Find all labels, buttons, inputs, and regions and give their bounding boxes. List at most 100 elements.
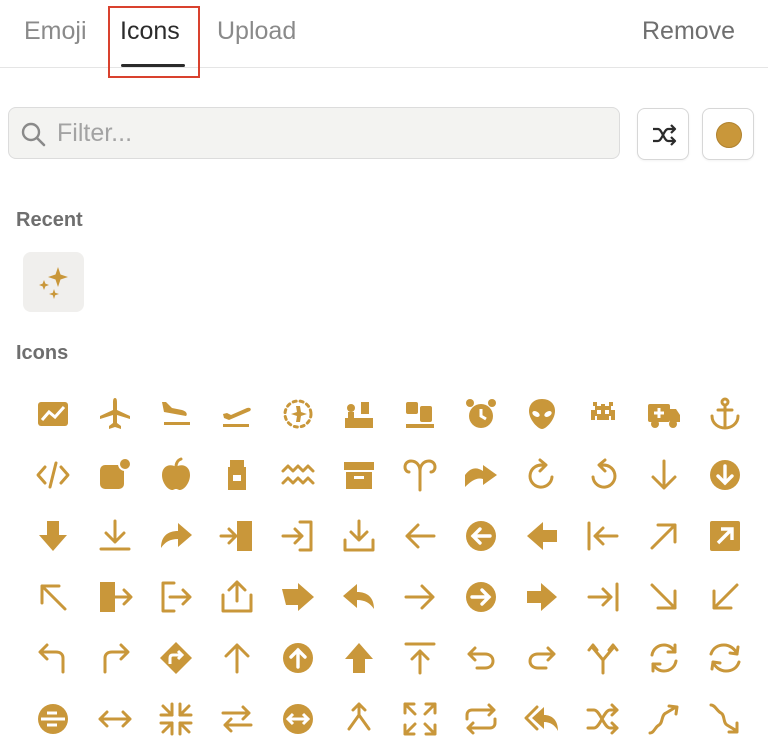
icon-option[interactable] [268,384,329,445]
icon-option[interactable] [85,567,146,628]
tab-emoji[interactable]: Emoji [24,14,87,48]
icon-option[interactable] [634,628,695,689]
arrows-cycle-icon [709,643,741,673]
icon-option[interactable] [329,506,390,567]
icon-option[interactable] [268,567,329,628]
icon-option[interactable] [146,445,207,506]
shuffle-icon [586,703,619,735]
airplane-icon [100,398,130,429]
icon-option[interactable] [634,567,695,628]
icon-option[interactable] [695,384,756,445]
icon-option[interactable] [573,384,634,445]
arrow-turn-left-icon [38,643,65,674]
arrow-down-icon [651,459,677,490]
icon-option[interactable] [85,445,146,506]
icon-option[interactable] [573,506,634,567]
icon-option[interactable] [85,384,146,445]
icon-option[interactable] [329,689,390,750]
arrow-up-right-icon [650,523,677,550]
icon-option[interactable] [329,384,390,445]
icon-option[interactable] [146,567,207,628]
arrow-up-left-icon [40,584,67,611]
icon-option[interactable] [268,506,329,567]
shuffle-button[interactable] [637,108,689,160]
icon-option[interactable] [329,445,390,506]
icon-option[interactable] [451,384,512,445]
icon-option[interactable] [207,628,268,689]
icon-option[interactable] [268,689,329,750]
archive-box-icon [344,462,374,489]
icon-option[interactable] [634,689,695,750]
icon-option[interactable] [512,628,573,689]
arrows-compress-icon [159,702,193,736]
arrow-clockwise-icon [528,458,554,489]
icon-option[interactable] [207,567,268,628]
icon-option[interactable] [207,506,268,567]
icon-option[interactable] [268,628,329,689]
icon-option[interactable] [695,567,756,628]
icon-option[interactable] [634,445,695,506]
arrow-down-circle-icon [710,460,740,490]
icon-option[interactable] [146,384,207,445]
icon-option[interactable] [512,384,573,445]
icon-option[interactable] [268,445,329,506]
icon-option[interactable] [146,689,207,750]
icon-option[interactable] [451,628,512,689]
icon-option[interactable] [207,445,268,506]
arrow-zigzag-icon [709,703,739,734]
icon-option[interactable] [207,689,268,750]
icon-option[interactable] [146,506,207,567]
chart-area-icon [38,402,68,426]
icon-option[interactable] [512,689,573,750]
icon-option[interactable] [634,506,695,567]
icon-option[interactable] [512,567,573,628]
icon-option[interactable] [451,689,512,750]
icon-option[interactable] [23,567,84,628]
icon-option[interactable] [390,567,451,628]
arrow-merge-icon [347,702,371,731]
icon-option[interactable] [451,506,512,567]
icon-option[interactable] [512,445,573,506]
icon-option[interactable] [23,384,84,445]
icon-option[interactable] [23,689,84,750]
icon-option[interactable] [573,445,634,506]
filter-input[interactable] [57,118,597,148]
icon-option[interactable] [390,445,451,506]
sign-in-icon [281,520,313,552]
airplane-takeoff-icon [223,407,251,427]
filter-field[interactable] [8,107,620,159]
icon-option[interactable] [329,628,390,689]
icon-option[interactable] [85,628,146,689]
icon-option[interactable] [451,445,512,506]
remove-button[interactable]: Remove [642,14,735,48]
icon-option[interactable] [695,628,756,689]
icon-option[interactable] [390,384,451,445]
icon-option[interactable] [573,628,634,689]
icon-option[interactable] [23,628,84,689]
recent-icon-button[interactable] [23,252,84,312]
icon-option[interactable] [329,567,390,628]
icon-option[interactable] [695,445,756,506]
icon-option[interactable] [23,445,84,506]
arrow-up-bold-icon [345,643,373,673]
icon-option[interactable] [695,689,756,750]
icon-option[interactable] [23,506,84,567]
icon-option[interactable] [146,628,207,689]
icon-option[interactable] [85,689,146,750]
icon-option[interactable] [85,506,146,567]
icon-option[interactable] [390,689,451,750]
code-icon [36,461,70,489]
icon-option[interactable] [634,384,695,445]
icon-option[interactable] [695,506,756,567]
icon-option[interactable] [207,384,268,445]
icon-option[interactable] [512,506,573,567]
arrow-up-icon [224,643,250,674]
icon-option[interactable] [390,628,451,689]
icon-option[interactable] [451,567,512,628]
anchor-icon [710,397,740,430]
color-picker-button[interactable] [702,108,754,160]
icon-option[interactable] [390,506,451,567]
icon-option[interactable] [573,567,634,628]
icon-option[interactable] [573,689,634,750]
tab-upload[interactable]: Upload [217,14,296,48]
